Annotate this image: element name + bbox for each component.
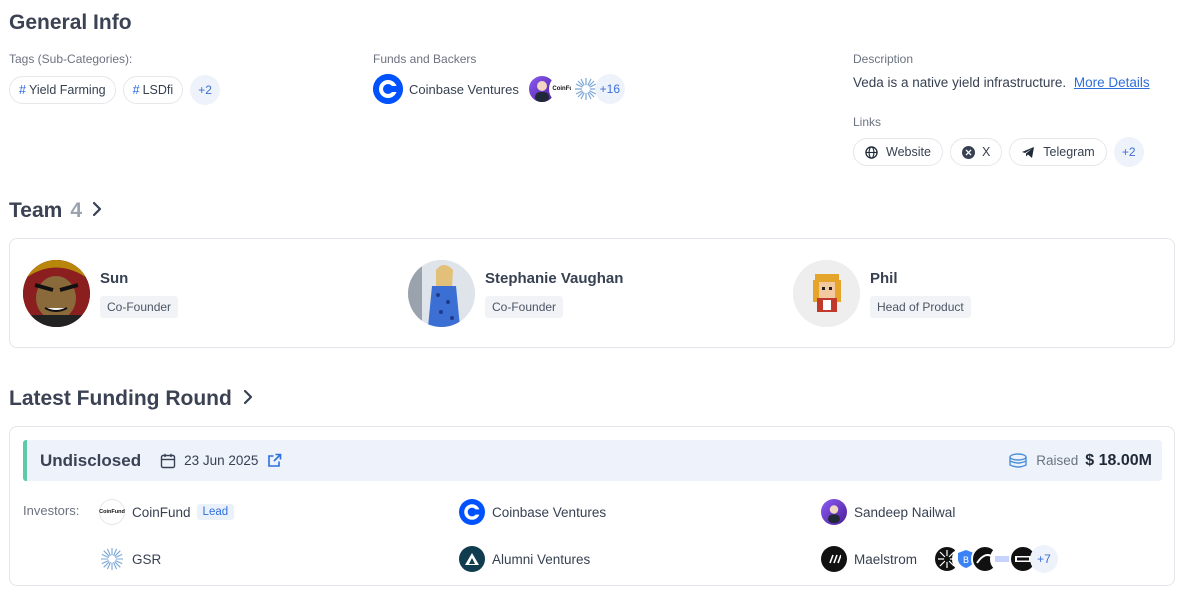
member-name: Phil xyxy=(870,269,898,287)
tags-row: # Yield Farming # LSDfi +2 xyxy=(9,75,221,105)
funds-row: Coinbase Ventures CoinFur +16 xyxy=(373,74,625,104)
member-avatar xyxy=(408,260,475,327)
links-label: Links xyxy=(853,115,882,129)
raised-label: Raised xyxy=(1036,453,1079,468)
round-summary-bar[interactable]: Undisclosed 23 Jun 2025 Raised $ 18.00M xyxy=(23,440,1162,481)
tag-label: Yield Farming xyxy=(28,83,106,97)
round-date: 23 Jun 2025 xyxy=(184,453,259,468)
team-member[interactable]: Phil Head of Product xyxy=(793,260,971,327)
link-label: Telegram xyxy=(1043,145,1095,159)
hash-icon: # xyxy=(19,83,26,97)
investor-name: CoinFund xyxy=(132,504,191,520)
round-type: Undisclosed xyxy=(40,450,142,470)
investor-name: Alumni Ventures xyxy=(492,551,591,567)
coinfund-logo-icon: CoinFund xyxy=(99,499,125,525)
links-more-button[interactable]: +2 xyxy=(1113,137,1144,167)
description-text: Veda is a native yield infrastructure. xyxy=(853,75,1067,90)
investor-name: Maelstrom xyxy=(854,551,918,567)
svg-text:B: B xyxy=(963,556,969,566)
investors-more-button[interactable]: +7 xyxy=(1030,545,1058,573)
investor-item[interactable]: Coinbase Ventures xyxy=(459,499,606,525)
raised-amount: $ 18.00M xyxy=(1085,451,1152,469)
website-link[interactable]: Website xyxy=(853,138,943,166)
link-label: Website xyxy=(886,145,931,159)
more-details-link[interactable]: More Details xyxy=(1074,75,1150,90)
telegram-icon xyxy=(1021,146,1035,159)
tags-more-button[interactable]: +2 xyxy=(190,75,221,105)
x-link[interactable]: X xyxy=(949,138,1003,166)
link-label: X xyxy=(981,145,991,159)
globe-icon xyxy=(865,145,878,159)
team-header[interactable]: Team 4 xyxy=(9,199,102,223)
investor-name: Sandeep Nailwal xyxy=(854,504,956,520)
x-icon xyxy=(961,145,975,159)
member-name: Stephanie Vaughan xyxy=(485,269,624,287)
team-card: Sun Co-Founder Stephanie Vaughan Co-Foun… xyxy=(9,238,1175,348)
investor-item[interactable]: Maelstrom xyxy=(821,546,917,572)
funding-title: Latest Funding Round xyxy=(9,387,232,410)
coinbase-ventures-logo-icon xyxy=(373,74,403,104)
maelstrom-logo-icon xyxy=(821,546,847,572)
investor-item[interactable]: Alumni Ventures xyxy=(459,546,590,572)
member-role: Co-Founder xyxy=(100,295,179,318)
general-info-title: General Info xyxy=(9,11,132,34)
sandeep-avatar-icon xyxy=(821,499,847,525)
description-label: Description xyxy=(853,52,914,66)
alumni-ventures-logo-icon xyxy=(459,546,485,572)
investor-name: GSR xyxy=(132,551,162,567)
gsr-logo-icon xyxy=(99,546,125,572)
hash-icon: # xyxy=(132,83,140,97)
coins-icon xyxy=(1008,452,1028,469)
external-link-icon[interactable] xyxy=(267,453,282,468)
member-role: Head of Product xyxy=(870,295,971,318)
funds-more-button[interactable]: +16 xyxy=(594,74,625,104)
funding-card: Undisclosed 23 Jun 2025 Raised $ 18.00M … xyxy=(9,426,1175,586)
chevron-right-icon xyxy=(243,389,253,410)
calendar-icon xyxy=(160,453,176,469)
description-row: Veda is a native yield infrastructure. M… xyxy=(853,75,1150,90)
team-count: 4 xyxy=(70,199,82,222)
tag-chip-yield-farming[interactable]: # Yield Farming xyxy=(9,76,116,104)
more-investors-stack[interactable]: B +7 xyxy=(933,545,1058,573)
links-row: Website X Telegram +2 xyxy=(853,137,1144,167)
investors-label: Investors: xyxy=(23,503,80,518)
chevron-right-icon xyxy=(92,201,102,222)
tag-label: LSDfi xyxy=(142,83,174,97)
team-title: Team xyxy=(9,199,63,222)
investor-item[interactable]: Sandeep Nailwal xyxy=(821,499,955,525)
coinbase-ventures-logo-icon xyxy=(459,499,485,525)
lead-badge: Lead xyxy=(196,504,235,520)
funding-header[interactable]: Latest Funding Round xyxy=(9,387,253,411)
funds-label: Funds and Backers xyxy=(373,52,477,66)
team-member[interactable]: Stephanie Vaughan Co-Founder xyxy=(408,260,623,327)
telegram-link[interactable]: Telegram xyxy=(1009,138,1107,166)
investor-item[interactable]: CoinFund CoinFund Lead xyxy=(99,499,235,525)
team-member[interactable]: Sun Co-Founder xyxy=(23,260,179,327)
member-role: Co-Founder xyxy=(485,295,564,318)
investor-item[interactable]: GSR xyxy=(99,546,161,572)
member-name: Sun xyxy=(100,269,129,287)
member-avatar xyxy=(793,260,860,327)
tag-chip-lsdfi[interactable]: # LSDfi xyxy=(122,76,184,104)
tags-label: Tags (Sub-Categories): xyxy=(9,52,133,66)
member-avatar xyxy=(23,260,90,327)
funds-primary-name[interactable]: Coinbase Ventures xyxy=(409,82,519,97)
investor-name: Coinbase Ventures xyxy=(492,504,607,520)
